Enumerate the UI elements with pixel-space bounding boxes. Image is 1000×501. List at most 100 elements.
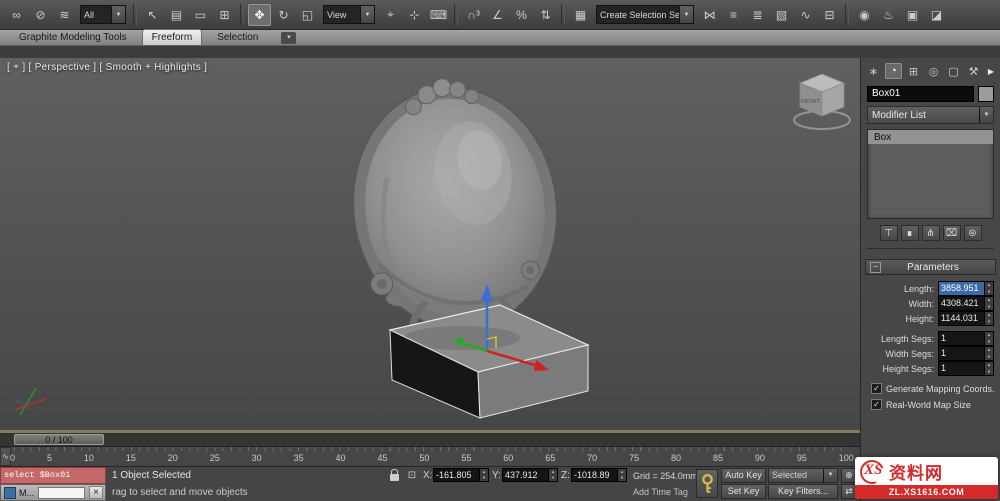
tab-modify[interactable]: ◔: [885, 63, 902, 79]
add-time-tag[interactable]: Add Time Tag: [633, 487, 688, 497]
value-spinner[interactable]: 4308.421: [938, 296, 994, 311]
spinner-arrows[interactable]: [479, 469, 488, 481]
select-and-move-icon[interactable]: ✥: [248, 4, 271, 26]
spinner-down-icon[interactable]: [549, 475, 557, 481]
material-editor-icon[interactable]: ◉: [853, 4, 876, 26]
select-object-icon[interactable]: ↖: [141, 4, 164, 26]
value-spinner[interactable]: 3858.951: [938, 281, 994, 296]
panel-expand-icon[interactable]: ▶: [986, 67, 996, 76]
key-selection-dropdown[interactable]: Selected ▼: [768, 468, 838, 483]
spinner-arrows[interactable]: [984, 347, 993, 360]
select-and-scale-icon[interactable]: ◱: [296, 4, 319, 26]
named-selection-set-dropdown[interactable]: Create Selection Se ▼: [596, 5, 694, 24]
parameters-rollout-header[interactable]: − Parameters: [865, 259, 996, 275]
angle-snap-icon[interactable]: ∠: [486, 4, 509, 26]
object-color-swatch[interactable]: [978, 86, 994, 102]
spinner-down-icon[interactable]: [985, 304, 993, 311]
object-name-field[interactable]: Box01: [867, 86, 974, 102]
tab-display[interactable]: ▢: [945, 63, 962, 79]
tab-graphite-modeling-tools[interactable]: Graphite Modeling Tools: [10, 31, 136, 45]
absolute-offset-mode-icon[interactable]: ⊡: [404, 468, 420, 483]
show-end-result-icon[interactable]: ∎: [901, 225, 919, 241]
tab-create[interactable]: ∗: [865, 63, 882, 79]
select-and-link-icon[interactable]: ∞: [5, 4, 28, 26]
track-bar[interactable]: ∿ 05101520253035404550556065707580859095…: [0, 447, 860, 467]
select-and-manipulate-icon[interactable]: ⊹: [403, 4, 426, 26]
y-coordinate-field[interactable]: 437.912: [502, 468, 558, 482]
reference-coordinate-dropdown[interactable]: View ▼: [323, 5, 375, 24]
percent-snap-icon[interactable]: %: [510, 4, 533, 26]
perspective-viewport[interactable]: FRONT [ + ] [ Perspective ] [ Smooth + H…: [0, 58, 860, 433]
spinner-arrows[interactable]: [984, 312, 993, 325]
spinner-down-icon[interactable]: [618, 475, 626, 481]
maxscript-macro-recorder-line[interactable]: select $Box01: [0, 467, 106, 484]
use-pivot-point-center-icon[interactable]: ⌖: [379, 4, 402, 26]
set-key-button[interactable]: Set Key: [721, 484, 766, 499]
spinner-arrows[interactable]: [617, 469, 626, 481]
configure-modifier-sets-icon[interactable]: ⊜: [964, 225, 982, 241]
spinner-arrows[interactable]: [984, 297, 993, 310]
auto-key-button[interactable]: Auto Key: [721, 468, 766, 483]
window-crossing-icon[interactable]: ⊞: [213, 4, 236, 26]
collapse-icon[interactable]: −: [870, 262, 881, 273]
checkbox-row[interactable]: ✓ Real-World Map Size: [867, 398, 994, 411]
bind-to-space-warp-icon[interactable]: ≋: [53, 4, 76, 26]
checkbox[interactable]: ✓: [871, 383, 882, 394]
align-icon[interactable]: ≡: [722, 4, 745, 26]
mirror-icon[interactable]: ⋈: [698, 4, 721, 26]
rectangular-selection-icon[interactable]: ▭: [189, 4, 212, 26]
set-keys-button[interactable]: [696, 469, 718, 498]
key-filters-button[interactable]: Key Filters...: [768, 484, 838, 499]
checkbox[interactable]: ✓: [871, 399, 882, 410]
checkbox-row[interactable]: ✓ Generate Mapping Coords.: [867, 382, 994, 395]
tab-utilities[interactable]: ⚒: [965, 63, 982, 79]
select-and-rotate-icon[interactable]: ↻: [272, 4, 295, 26]
spinner-arrows[interactable]: [984, 282, 993, 295]
mini-listener-input[interactable]: [38, 487, 85, 499]
z-coordinate-field[interactable]: -1018.89: [571, 468, 627, 482]
tab-freeform[interactable]: Freeform: [142, 29, 203, 45]
remove-modifier-icon[interactable]: ⌧: [943, 225, 961, 241]
pin-stack-icon[interactable]: ⊤: [880, 225, 898, 241]
modifier-stack[interactable]: Box: [867, 129, 994, 219]
maxscript-mini-window[interactable]: M... ×: [0, 484, 106, 501]
schematic-view-icon[interactable]: ⊟: [818, 4, 841, 26]
spinner-down-icon[interactable]: [985, 339, 993, 346]
viewcube-front-label[interactable]: FRONT: [801, 99, 821, 105]
viewport-label[interactable]: [ + ] [ Perspective ] [ Smooth + Highlig…: [7, 62, 207, 73]
curve-editor-icon[interactable]: ∿: [794, 4, 817, 26]
graphite-toggle-icon[interactable]: ▧: [770, 4, 793, 26]
spinner-snap-icon[interactable]: ⇅: [534, 4, 557, 26]
selection-lock-icon[interactable]: [386, 468, 402, 483]
value-spinner[interactable]: 1: [938, 331, 994, 346]
snap-toggle-3d-icon[interactable]: ∩³: [462, 4, 485, 26]
value-spinner[interactable]: 1: [938, 346, 994, 361]
spinner-down-icon[interactable]: [985, 319, 993, 326]
modifier-stack-item-box[interactable]: Box: [868, 130, 993, 144]
spinner-arrows[interactable]: [984, 362, 993, 375]
spinner-down-icon[interactable]: [985, 354, 993, 361]
spinner-arrows[interactable]: [984, 332, 993, 345]
tab-motion[interactable]: ◎: [925, 63, 942, 79]
value-spinner[interactable]: 1: [938, 361, 994, 376]
spinner-arrows[interactable]: [548, 469, 557, 481]
tab-selection[interactable]: Selection: [208, 31, 267, 45]
edit-named-selection-sets-icon[interactable]: ▦: [569, 4, 592, 26]
render-production-icon[interactable]: ◪: [925, 4, 948, 26]
spinner-down-icon[interactable]: [480, 475, 488, 481]
value-spinner[interactable]: 1144.031: [938, 311, 994, 326]
modifier-list-dropdown[interactable]: Modifier List ▼: [867, 106, 994, 124]
render-setup-icon[interactable]: ♨: [877, 4, 900, 26]
x-coordinate-field[interactable]: -161.805: [433, 468, 489, 482]
select-by-name-icon[interactable]: ▤: [165, 4, 188, 26]
keyboard-override-icon[interactable]: ⌨: [427, 4, 450, 26]
spinner-down-icon[interactable]: [985, 289, 993, 296]
selection-filter-dropdown[interactable]: All ▼: [80, 5, 126, 24]
time-slider-button[interactable]: 0 / 100: [14, 434, 104, 445]
layer-manager-icon[interactable]: ≣: [746, 4, 769, 26]
tab-hierarchy[interactable]: ⊞: [905, 63, 922, 79]
viewport-canvas[interactable]: FRONT: [0, 58, 860, 433]
time-slider-track[interactable]: 0 / 100: [0, 433, 860, 447]
ribbon-options-icon[interactable]: ▾: [281, 32, 296, 44]
spinner-down-icon[interactable]: [985, 369, 993, 376]
